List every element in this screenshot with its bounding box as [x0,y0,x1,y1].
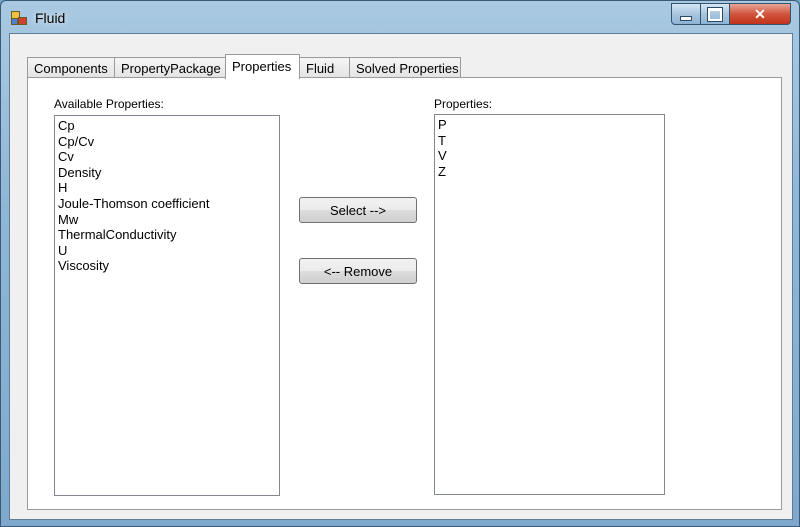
list-item[interactable]: P [438,117,661,133]
list-item[interactable]: V [438,148,661,164]
list-item[interactable]: U [58,243,276,259]
list-item[interactable]: Z [438,164,661,180]
tab-properties[interactable]: Properties [225,54,300,79]
list-item[interactable]: H [58,180,276,196]
close-icon: ✕ [754,5,766,22]
list-item[interactable]: Cp/Cv [58,134,276,150]
client-area: Components PropertyPackage Properties Fl… [9,33,793,520]
minimize-button[interactable] [671,3,701,25]
maximize-icon [707,6,723,22]
list-item[interactable]: Mw [58,212,276,228]
properties-tab-page: Available Properties: Cp Cp/Cv Cv Density H J… [27,77,782,510]
tab-fluid[interactable]: Fluid [299,57,350,78]
remove-button[interactable]: <-- Remove [299,258,417,284]
tab-solved-properties[interactable]: Solved Properties [349,57,461,78]
selected-properties-listbox[interactable]: PTVZ [434,114,665,495]
window-frame: Fluid ✕ Components PropertyPackage Prope… [0,0,800,527]
window-title: Fluid [35,10,66,26]
selected-properties-label: Properties: [434,97,493,111]
minimize-icon [680,15,692,21]
close-button[interactable]: ✕ [729,3,791,25]
available-properties-listbox[interactable]: Cp Cp/Cv Cv Density H Joule-Thomson coefficie… [54,115,280,496]
list-item[interactable]: Viscosity [58,258,276,274]
list-item[interactable]: Density [58,165,276,181]
list-item[interactable]: T [438,133,661,149]
select-button[interactable]: Select --> [299,197,417,223]
list-item[interactable]: Cv [58,149,276,165]
tab-components[interactable]: Components [27,57,115,78]
app-icon[interactable] [11,11,27,25]
maximize-button[interactable] [700,3,730,25]
title-bar[interactable]: Fluid ✕ [1,1,799,35]
available-properties-label: Available Properties: [54,97,164,111]
list-item[interactable]: Cp [58,118,276,134]
list-item[interactable]: Joule-Thomson coefficient [58,196,276,212]
tab-propertypackage[interactable]: PropertyPackage [114,57,226,78]
list-item[interactable]: ThermalConductivity [58,227,276,243]
